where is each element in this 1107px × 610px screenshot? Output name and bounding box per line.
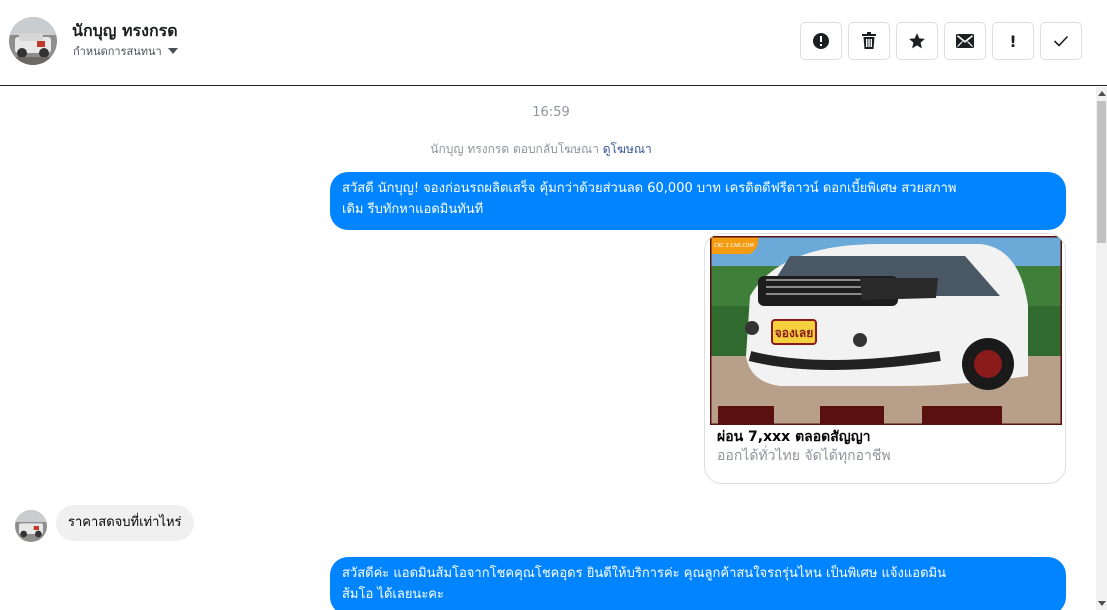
conversation-schedule-dropdown[interactable]: กำหนดการสนทนา [73, 42, 178, 60]
exclamation-circle-icon [813, 33, 829, 49]
message-timestamp: 16:59 [532, 105, 570, 120]
message-text: ราคาสดจบที่เท่าไหร่ [68, 515, 182, 530]
caret-down-icon [167, 48, 178, 54]
trash-icon [862, 32, 876, 49]
star-button[interactable] [896, 22, 938, 60]
user-avatar[interactable] [15, 510, 47, 542]
report-button[interactable] [800, 22, 842, 60]
message-line: เดิม รีบทักหาแอดมินทันที [342, 202, 484, 217]
mark-unread-button[interactable] [944, 22, 986, 60]
delete-button[interactable] [848, 22, 890, 60]
scroll-up-arrow-icon[interactable] [1098, 91, 1106, 96]
scroll-thumb[interactable] [1097, 101, 1106, 243]
envelope-icon [956, 34, 974, 48]
ad-card[interactable]: จองเลย CKC 2 CAR.COM ผ่อน 7,xxx ตลอดสัญญ… [704, 233, 1066, 484]
thread-scrollbar[interactable] [1096, 87, 1107, 610]
exclamation-icon: ! [1009, 31, 1017, 51]
ad-reply-note-text: นักบุญ ทรงกรด ตอบกลับโฆษณา [430, 142, 599, 156]
ad-image-logo: CKC 2 CAR.COM [714, 243, 754, 249]
important-button[interactable]: ! [992, 22, 1034, 60]
ad-image-badge: จองเลย [775, 326, 814, 340]
contact-avatar[interactable] [9, 17, 57, 65]
message-line: สวัสดี นักบุญ! จองก่อนรถผลิตเสร็จ คุ้มกว… [342, 181, 957, 196]
conversation-schedule-label: กำหนดการสนทนา [73, 45, 162, 58]
checkmark-icon [1053, 35, 1069, 47]
message-line: ส้มโอ ได้เลยนะคะ [342, 587, 444, 602]
message-line: สวัสดีค่ะ แอดมินส้มโอจากโชคคุณโชคอุดร ยิ… [342, 566, 946, 581]
star-icon [909, 33, 925, 49]
incoming-message[interactable]: ราคาสดจบที่เท่าไหร่ [56, 505, 194, 541]
ad-card-subtitle: ออกได้ทั่วไทย จัดได้ทุกอาชีพ [717, 448, 891, 464]
scroll-down-arrow-icon[interactable] [1098, 601, 1106, 606]
outgoing-message[interactable]: สวัสดี นักบุญ! จองก่อนรถผลิตเสร็จ คุ้มกว… [330, 172, 1066, 230]
done-button[interactable] [1040, 22, 1082, 60]
message-thread[interactable]: 16:59 นักบุญ ทรงกรด ตอบกลับโฆษณา ดูโฆษณา… [0, 87, 1096, 610]
outgoing-message[interactable]: สวัสดีค่ะ แอดมินส้มโอจากโชคคุณโชคอุดร ยิ… [330, 557, 1066, 610]
ad-reply-note: นักบุญ ทรงกรด ตอบกลับโฆษณา ดูโฆษณา [0, 140, 1082, 159]
ad-car-image: จองเลย CKC 2 CAR.COM [710, 236, 1062, 425]
view-ad-link[interactable]: ดูโฆษณา [603, 142, 652, 156]
conversation-header: นักบุญ ทรงกรด กำหนดการสนทนา ! [0, 0, 1107, 86]
contact-name: นักบุญ ทรงกรด [72, 21, 178, 40]
